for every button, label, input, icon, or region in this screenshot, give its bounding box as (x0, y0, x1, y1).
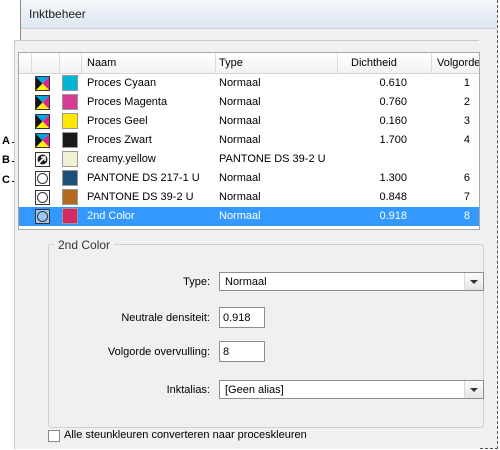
ink-type: Normaal (219, 96, 261, 108)
ink-alias-select-value: [Geen alias] (225, 384, 284, 396)
ink-order: 7 (463, 191, 470, 203)
type-select[interactable]: Normaal (219, 272, 484, 291)
ink-color-swatch (62, 189, 78, 205)
ink-name: Proces Geel (87, 115, 148, 127)
chevron-down-icon[interactable] (464, 273, 483, 290)
ink-color-swatch (62, 151, 78, 167)
ink-name: PANTONE DS 217-1 U (87, 172, 200, 184)
ink-density: 0.760 (379, 96, 407, 108)
ink-name: creamy.yellow (87, 153, 156, 165)
chevron-down-icon[interactable] (464, 381, 483, 398)
column-header-density[interactable]: Dichtheid (351, 57, 397, 69)
callout-b: B (2, 154, 10, 166)
ink-row[interactable]: Proces Zwart Normaal 1.700 4 (19, 131, 479, 150)
ink-order: 3 (463, 115, 470, 127)
ink-type: PANTONE DS 39-2 U (219, 153, 326, 165)
ink-type: Normaal (219, 210, 261, 222)
convert-all-label: Alle steunkleuren converteren naar proce… (64, 429, 307, 441)
ink-color-swatch (62, 208, 78, 224)
process-ink-icon (35, 114, 50, 129)
ink-type: Normaal (219, 191, 261, 203)
ink-density: 0.848 (379, 191, 407, 203)
ink-alias-label: Inktalias: (166, 384, 210, 396)
neutral-density-label: Neutrale densiteit: (121, 312, 210, 324)
column-header-name[interactable]: Naam (87, 57, 116, 69)
process-ink-icon (35, 133, 50, 148)
window-title: Inktbeheer (29, 7, 86, 21)
ink-row[interactable]: Proces Geel Normaal 0.160 3 (19, 112, 479, 131)
ink-color-swatch (62, 75, 78, 91)
ink-order: 6 (463, 172, 470, 184)
spot-ink-icon (35, 209, 50, 224)
title-bar: Inktbeheer (21, 0, 497, 29)
ink-row[interactable]: creamy.yellow PANTONE DS 39-2 U (19, 150, 479, 169)
process-ink-icon (35, 76, 50, 91)
trapping-order-label: Volgorde overvulling: (107, 346, 210, 358)
ink-color-swatch (62, 132, 78, 148)
ink-density: 0.918 (379, 210, 407, 222)
ink-color-swatch (62, 170, 78, 186)
ink-name: PANTONE DS 39-2 U (87, 191, 194, 203)
type-label: Type: (183, 276, 210, 288)
trapping-order-field[interactable]: 8 (219, 341, 265, 362)
ink-row[interactable]: Proces Cyaan Normaal 0.610 1 (19, 74, 479, 93)
ink-density: 1.300 (379, 172, 407, 184)
ink-color-swatch (62, 113, 78, 129)
convert-all-checkbox[interactable] (48, 430, 60, 442)
ink-type: Normaal (219, 134, 261, 146)
ink-list[interactable]: Naam Type Dichtheid Volgorde Proces Cyaa… (18, 52, 480, 230)
ink-alias-select[interactable]: [Geen alias] (219, 380, 484, 399)
column-header-type[interactable]: Type (219, 57, 243, 69)
ink-list-header: Naam Type Dichtheid Volgorde (19, 53, 479, 74)
ink-order: 4 (463, 134, 470, 146)
ink-row[interactable]: Proces Magenta Normaal 0.760 2 (19, 93, 479, 112)
spot-ink-icon (35, 171, 50, 186)
callout-c: C (2, 174, 10, 186)
ink-details-title: 2nd Color (54, 238, 115, 252)
ink-row[interactable]: 2nd Color Normaal 0.918 8 (19, 207, 479, 226)
neutral-density-field[interactable]: 0.918 (219, 307, 265, 328)
process-ink-icon (35, 95, 50, 110)
ink-name: 2nd Color (87, 210, 135, 222)
ink-type: Normaal (219, 115, 261, 127)
ink-type: Normaal (219, 172, 261, 184)
ink-order: 8 (463, 210, 470, 222)
ink-type: Normaal (219, 77, 261, 89)
spot-ink-icon (35, 190, 50, 205)
ink-density: 0.160 (379, 115, 407, 127)
type-select-value: Normaal (225, 276, 267, 288)
ink-name: Proces Magenta (87, 96, 168, 108)
ink-density: 0.610 (379, 77, 407, 89)
ink-row[interactable]: PANTONE DS 217-1 U Normaal 1.300 6 (19, 169, 479, 188)
ink-row[interactable]: PANTONE DS 39-2 U Normaal 0.848 7 (19, 188, 479, 207)
ink-color-swatch (62, 94, 78, 110)
ink-alias-icon (35, 152, 50, 167)
ink-name: Proces Cyaan (87, 77, 157, 89)
ink-order: 1 (463, 77, 470, 89)
column-header-order[interactable]: Volgorde (437, 57, 479, 69)
ink-order: 2 (463, 96, 470, 108)
ink-density: 1.700 (379, 134, 407, 146)
ink-name: Proces Zwart (87, 134, 152, 146)
callout-a: A (2, 135, 10, 147)
